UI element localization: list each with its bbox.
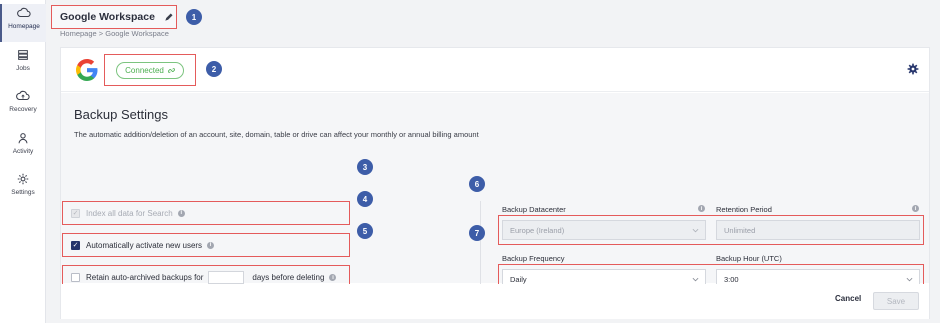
- cloud-icon: [17, 7, 31, 18]
- callout-badge-4: 4: [357, 191, 373, 207]
- sidebar: Homepage Jobs Recovery Activity Settings: [0, 0, 46, 323]
- retain-backups-checkbox[interactable]: [71, 273, 80, 282]
- page-title-box: Google Workspace: [51, 5, 177, 29]
- info-icon[interactable]: i: [329, 274, 337, 281]
- chevron-down-icon: [906, 277, 913, 282]
- page-title: Google Workspace: [60, 11, 155, 23]
- link-icon: [167, 67, 175, 73]
- card-footer: Cancel Save: [61, 284, 929, 319]
- index-search-checkbox[interactable]: ✓: [71, 208, 80, 218]
- frequency-label: Backup Frequency: [502, 254, 565, 263]
- datacenter-select[interactable]: Europe (Ireland): [502, 220, 706, 240]
- hour-value: 3:00: [724, 274, 739, 284]
- retain-prefix-label: Retain auto-archived backups for: [86, 273, 204, 282]
- connected-status-label: Connected: [125, 65, 164, 75]
- datacenter-label: Backup Datacenter: [502, 205, 566, 214]
- cloud-upload-icon: [16, 90, 30, 101]
- frequency-value: Daily: [510, 274, 527, 284]
- sidebar-item-label: Settings: [11, 189, 35, 196]
- sidebar-item-label: Activity: [12, 148, 34, 155]
- google-logo-icon: [76, 59, 98, 81]
- server-icon: [18, 50, 28, 60]
- sidebar-item-settings[interactable]: Settings: [0, 170, 46, 208]
- info-icon[interactable]: i: [207, 241, 215, 249]
- sidebar-item-label: Recovery: [9, 106, 37, 113]
- index-search-label: Index all data for Search: [86, 208, 173, 218]
- sidebar-item-homepage[interactable]: Homepage: [0, 4, 46, 42]
- retention-info-icon[interactable]: i: [912, 205, 919, 212]
- save-button[interactable]: Save: [873, 292, 919, 310]
- sidebar-item-recovery[interactable]: Recovery: [0, 87, 46, 125]
- callout-badge-3: 3: [357, 159, 373, 175]
- retain-days-input[interactable]: [208, 271, 245, 284]
- datacenter-value: Europe (Ireland): [510, 225, 565, 235]
- callout-badge-1: 1: [186, 9, 202, 25]
- callout-badge-6: 6: [469, 176, 485, 192]
- connected-status-pill[interactable]: Connected: [116, 61, 184, 79]
- auto-activate-label: Automatically activate new users: [86, 240, 203, 250]
- cancel-button[interactable]: Cancel: [835, 294, 861, 303]
- section-title: Backup Settings: [74, 107, 168, 122]
- retention-label: Retention Period: [716, 205, 772, 214]
- settings-card: Connected Backup Settings The automatic …: [60, 47, 930, 319]
- chevron-down-icon: [692, 277, 699, 282]
- breadcrumb[interactable]: Homepage > Google Workspace: [60, 29, 169, 38]
- retention-field[interactable]: Unlimited: [716, 220, 920, 240]
- connection-settings-gear-icon[interactable]: [907, 63, 919, 75]
- retain-suffix-label: days before deleting: [252, 273, 325, 282]
- sidebar-item-jobs[interactable]: Jobs: [0, 46, 46, 84]
- billing-description: The automatic addition/deletion of an ac…: [74, 130, 479, 139]
- hour-label: Backup Hour (UTC): [716, 254, 782, 263]
- retention-value: Unlimited: [724, 225, 756, 235]
- pencil-icon[interactable]: [164, 12, 173, 22]
- callout-badge-7: 7: [469, 225, 485, 241]
- sidebar-item-label: Jobs: [16, 65, 30, 72]
- person-icon: [18, 133, 28, 144]
- auto-activate-checkbox[interactable]: ✓: [71, 240, 80, 250]
- info-icon[interactable]: i: [177, 209, 185, 217]
- sidebar-item-activity[interactable]: Activity: [0, 129, 46, 167]
- chevron-down-icon: [692, 228, 699, 233]
- backup-settings-section: Backup Settings The automatic addition/d…: [61, 93, 929, 301]
- sidebar-item-label: Homepage: [8, 23, 40, 30]
- index-search-row: ✓ Index all data for Search i: [62, 201, 350, 225]
- callout-badge-5: 5: [357, 223, 373, 239]
- connection-status-box: Connected: [104, 54, 196, 86]
- auto-activate-row: ✓ Automatically activate new users i: [62, 233, 350, 257]
- callout-badge-2: 2: [206, 61, 222, 77]
- gear-icon: [17, 173, 29, 185]
- datacenter-info-icon[interactable]: i: [698, 205, 705, 212]
- connection-header: Connected: [61, 48, 929, 92]
